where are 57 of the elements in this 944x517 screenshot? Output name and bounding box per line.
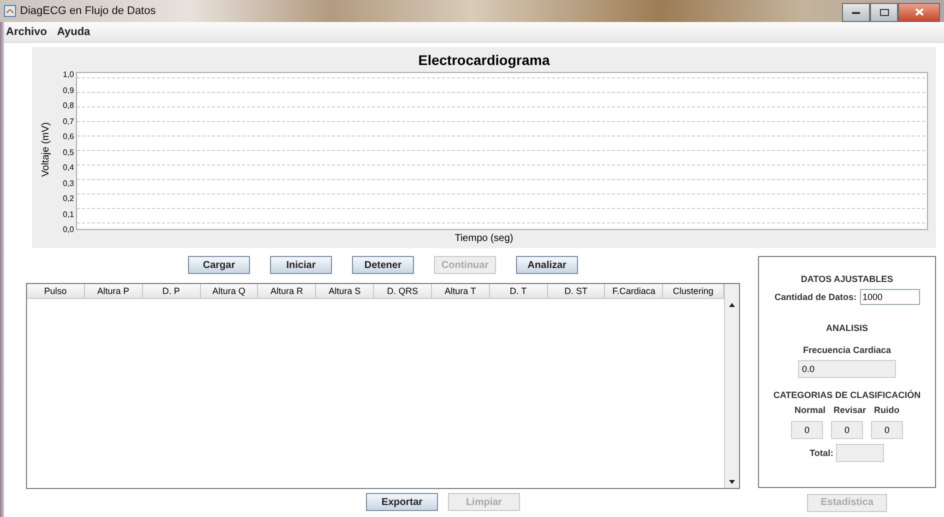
- section-heading: DATOS AJUSTABLES: [800, 274, 894, 284]
- y-tick-label: 0,2: [62, 195, 74, 203]
- app-icon: [4, 5, 16, 17]
- x-axis-label: Tiempo (seg): [454, 233, 514, 244]
- category-count-field: 0: [831, 421, 863, 439]
- column-header[interactable]: D. T: [490, 284, 548, 299]
- minimize-button[interactable]: [842, 2, 870, 22]
- column-header[interactable]: Altura Q: [200, 284, 258, 299]
- y-tick-label: 0,7: [62, 118, 74, 126]
- category-count-field: 0: [791, 421, 823, 439]
- close-icon: [914, 8, 924, 16]
- y-tick-label: 0,6: [62, 133, 74, 141]
- field-label: Frecuencia Cardiaca: [802, 345, 892, 355]
- y-tick-label: 0,4: [62, 164, 74, 172]
- section-heading: CATEGORIAS DE CLASIFICACIÓN: [773, 390, 921, 400]
- table-action-button[interactable]: Exportar: [366, 493, 438, 511]
- column-header[interactable]: Clustering: [663, 284, 724, 299]
- field-label: Cantidad de Datos:: [774, 292, 856, 302]
- category-label: Ruido: [874, 405, 900, 415]
- column-header[interactable]: Pulso: [27, 284, 85, 299]
- column-header[interactable]: D. ST: [548, 284, 606, 299]
- column-header[interactable]: Altura T: [432, 284, 490, 299]
- column-header[interactable]: D. QRS: [374, 284, 432, 299]
- total-field: [836, 444, 884, 462]
- menu-item[interactable]: Archivo: [6, 26, 47, 38]
- y-axis-label: Voltaje (mV): [40, 122, 52, 176]
- heart-rate-field: 0.0: [798, 360, 896, 378]
- column-header[interactable]: D. P: [142, 284, 201, 299]
- action-button[interactable]: Iniciar: [270, 256, 332, 274]
- column-header[interactable]: Altura S: [316, 284, 374, 299]
- category-count-field: 0: [871, 421, 903, 439]
- y-tick-label: 0,5: [62, 148, 74, 156]
- action-button[interactable]: Cargar: [188, 256, 250, 274]
- y-tick-label: 0,9: [62, 86, 74, 94]
- section-heading: ANALISIS: [826, 323, 868, 333]
- y-tick-label: 1,0: [62, 71, 74, 79]
- y-tick-label: 0,3: [62, 180, 74, 188]
- scrollbar[interactable]: [724, 284, 739, 488]
- window-title: DiagECG en Flujo de Datos: [20, 5, 156, 17]
- column-header[interactable]: Altura P: [84, 284, 143, 299]
- action-button[interactable]: Analizar: [516, 256, 578, 274]
- category-label: Revisar: [833, 405, 866, 415]
- y-tick-label: 0,1: [62, 210, 74, 218]
- y-tick-label: 0,0: [62, 226, 74, 234]
- column-header[interactable]: F.Cardiaca: [605, 284, 664, 299]
- y-tick-label: 0,8: [62, 102, 74, 110]
- close-button[interactable]: [898, 2, 940, 22]
- minimize-icon: [852, 10, 860, 14]
- column-header[interactable]: Altura R: [258, 284, 316, 299]
- field-label: Total:: [810, 448, 834, 458]
- menu-item[interactable]: Ayuda: [56, 26, 90, 38]
- maximize-icon: [880, 8, 888, 16]
- maximize-button[interactable]: [870, 2, 898, 22]
- category-label: Normal: [794, 405, 826, 415]
- action-button[interactable]: Detener: [352, 256, 414, 274]
- data-amount-field[interactable]: 1000: [860, 289, 920, 305]
- chart-title: Electrocardiograma: [418, 52, 550, 68]
